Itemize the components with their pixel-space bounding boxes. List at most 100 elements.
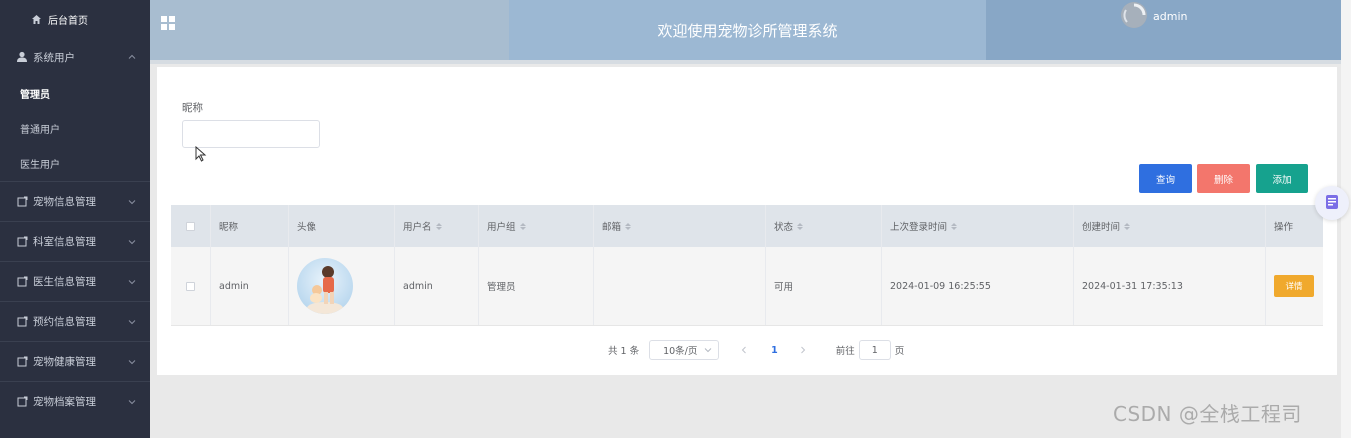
sidebar-item-admin[interactable]: 管理员 [0, 76, 150, 111]
query-button[interactable]: 查询 [1139, 164, 1192, 193]
username-label[interactable]: admin [1153, 10, 1187, 23]
sort-icon[interactable] [1124, 222, 1131, 230]
sidebar: 后台首页 系统用户 管理员 普通用户 医生用户 宠物信息管理 科室信息管理 医生… [0, 0, 150, 438]
page-unit-label: 页 [894, 346, 905, 357]
detail-button[interactable]: 详情 [1274, 275, 1314, 297]
col-created[interactable]: 创建时间 [1074, 205, 1266, 247]
sidebar-item-normal-users[interactable]: 普通用户 [0, 111, 150, 146]
sidebar-item-label: 科室信息管理 [33, 236, 96, 248]
pagination: 共 1 条 10条/页 1 前往 1 页 [608, 340, 904, 360]
col-status[interactable]: 状态 [766, 205, 882, 247]
sidebar-home[interactable]: 后台首页 [0, 0, 150, 38]
next-page-icon[interactable] [798, 345, 808, 355]
chevron-down-icon [128, 198, 136, 206]
sidebar-item-department-info[interactable]: 科室信息管理 [0, 221, 150, 261]
sidebar-item-appointment-info[interactable]: 预约信息管理 [0, 301, 150, 341]
sidebar-item-label: 宠物健康管理 [33, 356, 96, 368]
col-label: 头像 [297, 222, 317, 233]
chevron-down-icon [704, 346, 712, 354]
cell-last-login: 2024-01-09 16:25:55 [882, 247, 1074, 325]
nickname-search-input[interactable] [182, 120, 320, 148]
col-email[interactable]: 邮箱 [594, 205, 766, 247]
chevron-down-icon [128, 238, 136, 246]
chevron-up-icon [128, 53, 136, 61]
goto-page-input[interactable]: 1 [858, 340, 891, 360]
col-label: 状态 [774, 222, 794, 233]
user-area: admin [986, 0, 1341, 60]
chevron-down-icon [128, 358, 136, 366]
prev-page-icon[interactable] [739, 345, 749, 355]
document-icon [17, 236, 28, 247]
chevron-down-icon [128, 398, 136, 406]
search-label: 昵称 [182, 102, 203, 114]
col-avatar: 头像 [289, 205, 395, 247]
page-title: 欢迎使用宠物诊所管理系统 [509, 0, 986, 60]
table-header: 昵称 头像 用户名 用户组 邮箱 状态 上次登录时间 创建时间 操作 [171, 205, 1323, 247]
document-icon [17, 396, 28, 407]
col-label: 昵称 [219, 222, 239, 233]
users-table: 昵称 头像 用户名 用户组 邮箱 状态 上次登录时间 创建时间 操作 admin [171, 205, 1323, 326]
sidebar-item-label: 宠物信息管理 [33, 196, 96, 208]
sidebar-item-pet-records[interactable]: 宠物档案管理 [0, 381, 150, 421]
cell-nickname: admin [211, 247, 289, 325]
sidebar-item-doctor-info[interactable]: 医生信息管理 [0, 261, 150, 301]
add-button[interactable]: 添加 [1256, 164, 1308, 193]
sidebar-item-doctor-users[interactable]: 医生用户 [0, 146, 150, 181]
sort-icon[interactable] [519, 222, 526, 230]
user-avatar[interactable] [1121, 2, 1147, 28]
select-all-checkbox[interactable] [186, 221, 195, 231]
assistant-icon [1323, 193, 1341, 214]
sidebar-group-system-users[interactable]: 系统用户 [0, 38, 150, 76]
delete-button[interactable]: 删除 [1197, 164, 1250, 193]
sidebar-item-label: 宠物档案管理 [33, 396, 96, 408]
col-nickname: 昵称 [211, 205, 289, 247]
chevron-down-icon [128, 318, 136, 326]
scrollbar-track[interactable] [1341, 0, 1351, 438]
select-all-cell [171, 205, 211, 247]
watermark-text: CSDN @全栈工程司 [1113, 402, 1302, 426]
cell-created: 2024-01-31 17:35:13 [1074, 247, 1266, 325]
document-icon [17, 276, 28, 287]
cell-status: 可用 [766, 247, 882, 325]
col-label: 操作 [1274, 222, 1294, 233]
col-label: 邮箱 [602, 222, 622, 233]
col-last-login[interactable]: 上次登录时间 [882, 205, 1074, 247]
col-group[interactable]: 用户组 [479, 205, 594, 247]
total-count: 共 1 条 [608, 346, 640, 357]
sort-icon[interactable] [625, 222, 632, 230]
mouse-cursor-icon [195, 145, 207, 162]
cell-username: admin [395, 247, 479, 325]
sidebar-item-label: 医生信息管理 [33, 276, 96, 288]
page-size-select[interactable]: 10条/页 [649, 340, 720, 360]
cell-actions: 详情 [1266, 247, 1323, 325]
sidebar-item-pet-health[interactable]: 宠物健康管理 [0, 341, 150, 381]
col-label: 用户名 [403, 222, 432, 233]
cell-group: 管理员 [479, 247, 594, 325]
col-actions: 操作 [1266, 205, 1323, 247]
current-page[interactable]: 1 [771, 345, 778, 356]
col-label: 创建时间 [1082, 222, 1121, 233]
cell-email [594, 247, 766, 325]
sidebar-home-label: 后台首页 [48, 15, 88, 27]
document-icon [17, 316, 28, 327]
sort-icon[interactable] [951, 222, 958, 230]
user-icon [16, 51, 28, 63]
row-select-cell [171, 247, 211, 325]
header-divider [150, 60, 1351, 64]
col-label: 用户组 [487, 222, 516, 233]
sidebar-item-pet-info[interactable]: 宠物信息管理 [0, 181, 150, 221]
table-row: admin admin 管理员 可用 2024-01-09 16:25:55 2… [171, 247, 1323, 326]
home-icon [31, 14, 42, 25]
row-checkbox[interactable] [186, 281, 195, 291]
sidebar-group-label: 系统用户 [33, 51, 75, 64]
main-content-card: 昵称 查询 删除 添加 昵称 头像 用户名 用户组 邮箱 状态 上次登录时间 创… [157, 67, 1337, 375]
document-icon [17, 196, 28, 207]
sort-icon[interactable] [797, 222, 804, 230]
col-username[interactable]: 用户名 [395, 205, 479, 247]
floating-assistant-button[interactable] [1315, 186, 1349, 220]
top-header: 欢迎使用宠物诊所管理系统 admin [150, 0, 1341, 60]
sort-icon[interactable] [435, 222, 442, 230]
sidebar-item-label: 预约信息管理 [33, 316, 96, 328]
grid-menu-icon[interactable] [160, 15, 176, 31]
goto-label: 前往 [835, 346, 855, 357]
